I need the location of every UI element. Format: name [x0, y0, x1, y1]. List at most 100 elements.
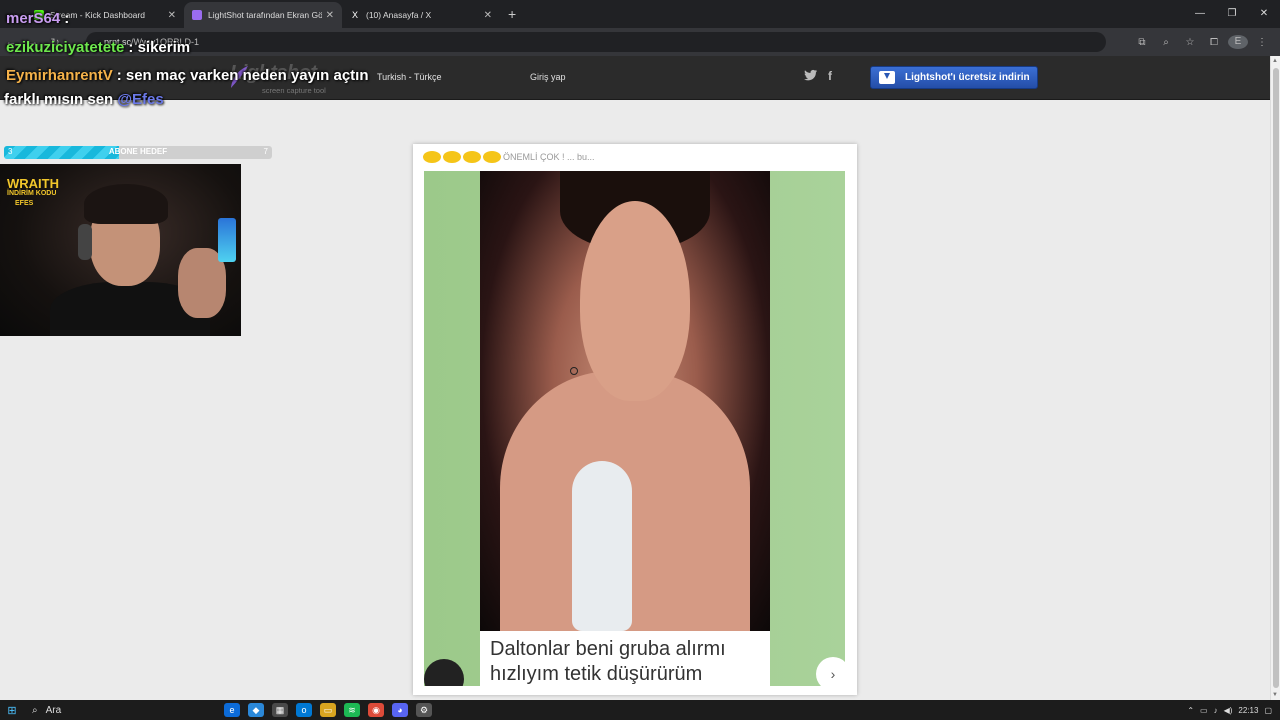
chat-message: ezikuziciyatetete: sikerim: [6, 39, 190, 56]
sponsor-code: EFES: [15, 200, 34, 207]
toolbar-actions: ⧉ ⌕ ☆ ⧠ E ⋮: [1132, 28, 1272, 56]
facebook-icon[interactable]: f: [828, 69, 832, 83]
sock-object: [572, 461, 632, 631]
system-tray: ⌃ ▭ ♪ ◀) 22:13 ▢: [1187, 700, 1272, 720]
profile-avatar[interactable]: E: [1228, 35, 1248, 49]
address-bar-row: ← → ↻ prnt.sc/Www1QRBLD-1 ⧉ ⌕ ☆ ⧠ E ⋮: [0, 28, 1280, 56]
chat-separator: :: [64, 10, 70, 27]
chat-username: ezikuziciyatetete: [6, 39, 125, 56]
volume-icon[interactable]: ◀): [1224, 706, 1233, 715]
tab-lightshot[interactable]: LightShot tarafından Ekran Gör ✕: [184, 2, 342, 28]
chat-mention: @Efes: [117, 91, 164, 108]
headphone: [78, 224, 92, 260]
close-tab-icon[interactable]: ✕: [326, 10, 334, 21]
sponsor-name: WRAITH: [7, 176, 59, 191]
download-button-label: Lightshot'ı ücretsiz indirin: [905, 72, 1030, 83]
browser-tab-bar: ⌄ Stream - Kick Dashboard ✕ LightShot ta…: [0, 0, 1280, 28]
sponsor-code-label: İNDİRİM KODU: [7, 190, 57, 197]
close-tab-icon[interactable]: ✕: [168, 10, 176, 21]
chat-message: merS64:: [6, 10, 69, 27]
caption-line-1: Daltonlar beni gruba alırmı: [490, 638, 726, 660]
url-input[interactable]: prnt.sc/Www1QRBLD-1: [86, 32, 1106, 52]
next-arrow-icon: ›: [816, 657, 845, 686]
streamer-webcam: WRAITH İNDİRİM KODU EFES: [0, 164, 241, 336]
edge-icon[interactable]: e: [224, 703, 240, 717]
chat-message-continuation: farklı mısın sen @Efes: [4, 91, 164, 108]
chat-username: merS64: [6, 10, 61, 27]
search-icon: ⌕: [32, 704, 38, 716]
taskbar-search[interactable]: ⌕ Ara: [24, 700, 194, 720]
emoji-icon: [443, 151, 461, 163]
store-icon[interactable]: ▦: [272, 703, 288, 717]
screenshot-top-strip: ÖNEMLİ ÇOK ! ... bu...: [423, 148, 843, 166]
language-selector[interactable]: Turkish - Türkçe: [377, 72, 442, 82]
microphone-icon[interactable]: ♪: [1214, 706, 1218, 715]
settings-icon[interactable]: ⚙: [416, 703, 432, 717]
scroll-down-icon[interactable]: ▼: [1272, 692, 1278, 698]
goal-target: 7: [263, 147, 268, 156]
emoji-icon: [483, 151, 501, 163]
chat-separator: :: [116, 67, 122, 84]
scroll-thumb[interactable]: [1273, 68, 1279, 688]
clock[interactable]: 22:13: [1238, 706, 1258, 715]
notification-icon[interactable]: ▢: [1264, 706, 1272, 715]
goal-label: ABONE HEDEF: [108, 147, 168, 156]
restore-icon[interactable]: ❐: [1216, 0, 1248, 28]
copilot-icon[interactable]: ◆: [248, 703, 264, 717]
tab-label: (10) Anasayfa / X: [366, 10, 432, 20]
tab-label: LightShot tarafından Ekran Gör: [208, 10, 322, 20]
screenshot-frame: ÖNEMLİ ÇOK ! ... bu... Daltonlar beni gr…: [413, 144, 857, 695]
download-lightshot-button[interactable]: Lightshot'ı ücretsiz indirin: [870, 66, 1038, 89]
chat-separator: :: [128, 39, 134, 56]
file-explorer-icon[interactable]: ▭: [320, 703, 336, 717]
rgb-light: [218, 218, 236, 262]
minimize-icon[interactable]: —: [1184, 0, 1216, 28]
close-tab-icon[interactable]: ✕: [484, 10, 492, 21]
tab-x-home[interactable]: X (10) Anasayfa / X ✕: [342, 2, 500, 28]
chat-text: farklı mısın sen: [4, 91, 114, 108]
emoji-icon: [463, 151, 481, 163]
outlook-icon[interactable]: o: [296, 703, 312, 717]
chat-text: sikerim: [137, 39, 191, 56]
zoom-icon[interactable]: ⌕: [1156, 37, 1176, 48]
zoom-cursor-icon: [570, 367, 578, 375]
video-frame: [480, 171, 770, 631]
download-icon: [879, 71, 895, 84]
network-icon[interactable]: ▭: [1200, 706, 1208, 715]
screenshot-image[interactable]: Daltonlar beni gruba alırmı hızlıyım tet…: [424, 171, 845, 686]
avatar: [424, 659, 464, 686]
twitter-icon[interactable]: [804, 69, 818, 84]
lightshot-favicon-icon: [192, 10, 202, 20]
chat-username: EymirhanrentV: [6, 67, 113, 84]
scroll-up-icon[interactable]: ▲: [1272, 58, 1278, 64]
x-favicon-icon: X: [351, 10, 358, 20]
bookmark-star-icon[interactable]: ☆: [1180, 37, 1200, 48]
chat-text: sen maç varken neden yayın açtın: [125, 67, 369, 84]
login-link[interactable]: Giriş yap: [530, 72, 566, 82]
chrome-icon[interactable]: ◉: [368, 703, 384, 717]
windows-taskbar: ⊞ ⌕ Ara e ◆ ▦ o ▭ ≋ ◉ ◕ ⚙ ⌃ ▭ ♪ ◀) 22:13…: [0, 700, 1280, 720]
chat-message: EymirhanrentV: sen maç varken neden yayı…: [6, 67, 369, 84]
tray-chevron-icon[interactable]: ⌃: [1187, 706, 1194, 715]
new-tab-button[interactable]: +: [508, 6, 516, 22]
spotify-icon[interactable]: ≋: [344, 703, 360, 717]
window-controls: — ❐ ✕: [1184, 0, 1280, 28]
close-window-icon[interactable]: ✕: [1248, 0, 1280, 28]
taskbar-apps: e ◆ ▦ o ▭ ≋ ◉ ◕ ⚙: [224, 703, 432, 717]
extensions-icon[interactable]: ⧠: [1204, 37, 1224, 48]
sponsor-overlay: WRAITH İNDİRİM KODU EFES: [7, 176, 59, 209]
browser-menu-icon[interactable]: ⋮: [1252, 37, 1272, 48]
windows-start-icon[interactable]: ⊞: [0, 704, 24, 717]
emoji-icon: [423, 151, 441, 163]
subscriber-goal-bar: 3 ABONE HEDEF 7: [4, 146, 272, 159]
logo-tagline: screen capture tool: [262, 86, 326, 95]
video-caption: Daltonlar beni gruba alırmı hızlıyım tet…: [480, 631, 770, 686]
screenshot-top-text: ÖNEMLİ ÇOK ! ... bu...: [503, 152, 595, 162]
page-scrollbar[interactable]: ▲ ▼: [1270, 56, 1280, 700]
streamer-hair: [84, 184, 168, 224]
caption-line-2: hızlıyım tetik düşürürüm: [490, 663, 703, 685]
discord-icon[interactable]: ◕: [392, 703, 408, 717]
person-face: [580, 201, 690, 401]
taskbar-search-label: Ara: [45, 704, 62, 716]
install-app-icon[interactable]: ⧉: [1132, 37, 1152, 48]
